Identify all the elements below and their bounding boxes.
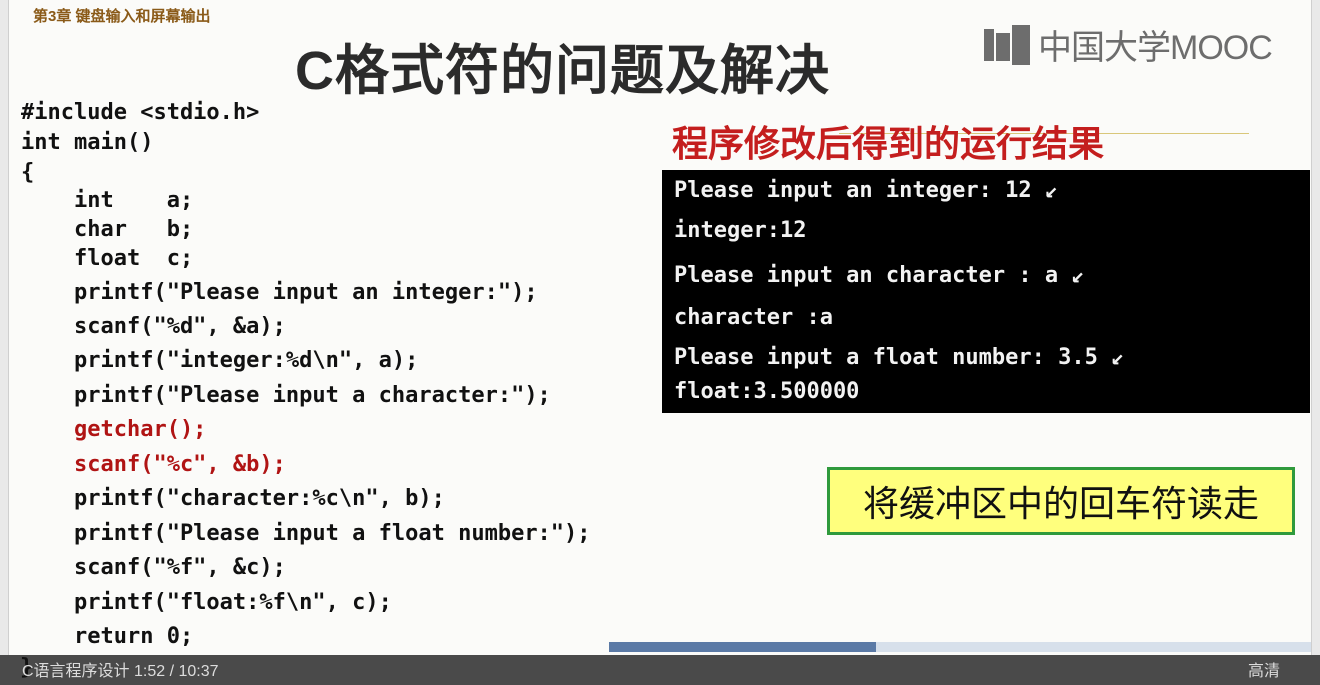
code-line: printf("Please input a float number:");: [21, 521, 591, 546]
code-line: int main(): [21, 130, 154, 155]
slide-title: C格式符的问题及解决: [295, 41, 830, 101]
chapter-label: 第3章 键盘输入和屏幕输出: [33, 8, 211, 25]
quality-button[interactable]: 高清: [1248, 657, 1280, 681]
mooc-logo-text: 中国大学MOOC: [1038, 29, 1273, 67]
lecture-slide: 第3章 键盘输入和屏幕输出 C格式符的问题及解决 中国大学MOOC #inclu…: [8, 0, 1312, 655]
code-line: printf("integer:%d\n", a);: [21, 348, 419, 373]
terminal-line: integer:12: [674, 218, 807, 243]
terminal-line: Please input an integer: 12 ↙: [674, 178, 1059, 203]
code-line: printf("float:%f\n", c);: [21, 590, 392, 615]
code-line-highlight: scanf("%c", &b);: [21, 452, 286, 477]
code-line: char b;: [21, 217, 194, 242]
code-line: return 0;: [21, 624, 194, 649]
terminal-line: float:3.500000: [674, 379, 860, 404]
terminal-line: Please input an character : a ↙: [674, 263, 1085, 288]
terminal-output: Please input an integer: 12 ↙ integer:12…: [662, 170, 1310, 413]
code-line: printf("character:%c\n", b);: [21, 486, 445, 511]
code-line: int a;: [21, 188, 194, 213]
code-line: #include <stdio.h>: [21, 100, 260, 125]
code-line: float c;: [21, 246, 194, 271]
mooc-logo-icon: [984, 24, 1032, 65]
code-line: printf("Please input a character:");: [21, 383, 551, 408]
code-line: scanf("%f", &c);: [21, 555, 286, 580]
code-line: scanf("%d", &a);: [21, 314, 286, 339]
video-progress-fill: [609, 642, 876, 652]
player-time-label: C语言程序设计 1:52 / 10:37: [22, 663, 219, 680]
code-line: {: [21, 160, 35, 185]
code-line-highlight: getchar();: [21, 417, 207, 442]
terminal-line: character :a: [674, 305, 833, 330]
video-progress-bar[interactable]: [609, 642, 1311, 652]
mooc-logo: 中国大学MOOC: [984, 20, 1273, 69]
code-line: printf("Please input an integer:");: [21, 280, 538, 305]
result-title: 程序修改后得到的运行结果: [672, 123, 1105, 164]
note-callout: 将缓冲区中的回车符读走: [827, 467, 1295, 535]
terminal-line: Please input a float number: 3.5 ↙: [674, 345, 1125, 370]
